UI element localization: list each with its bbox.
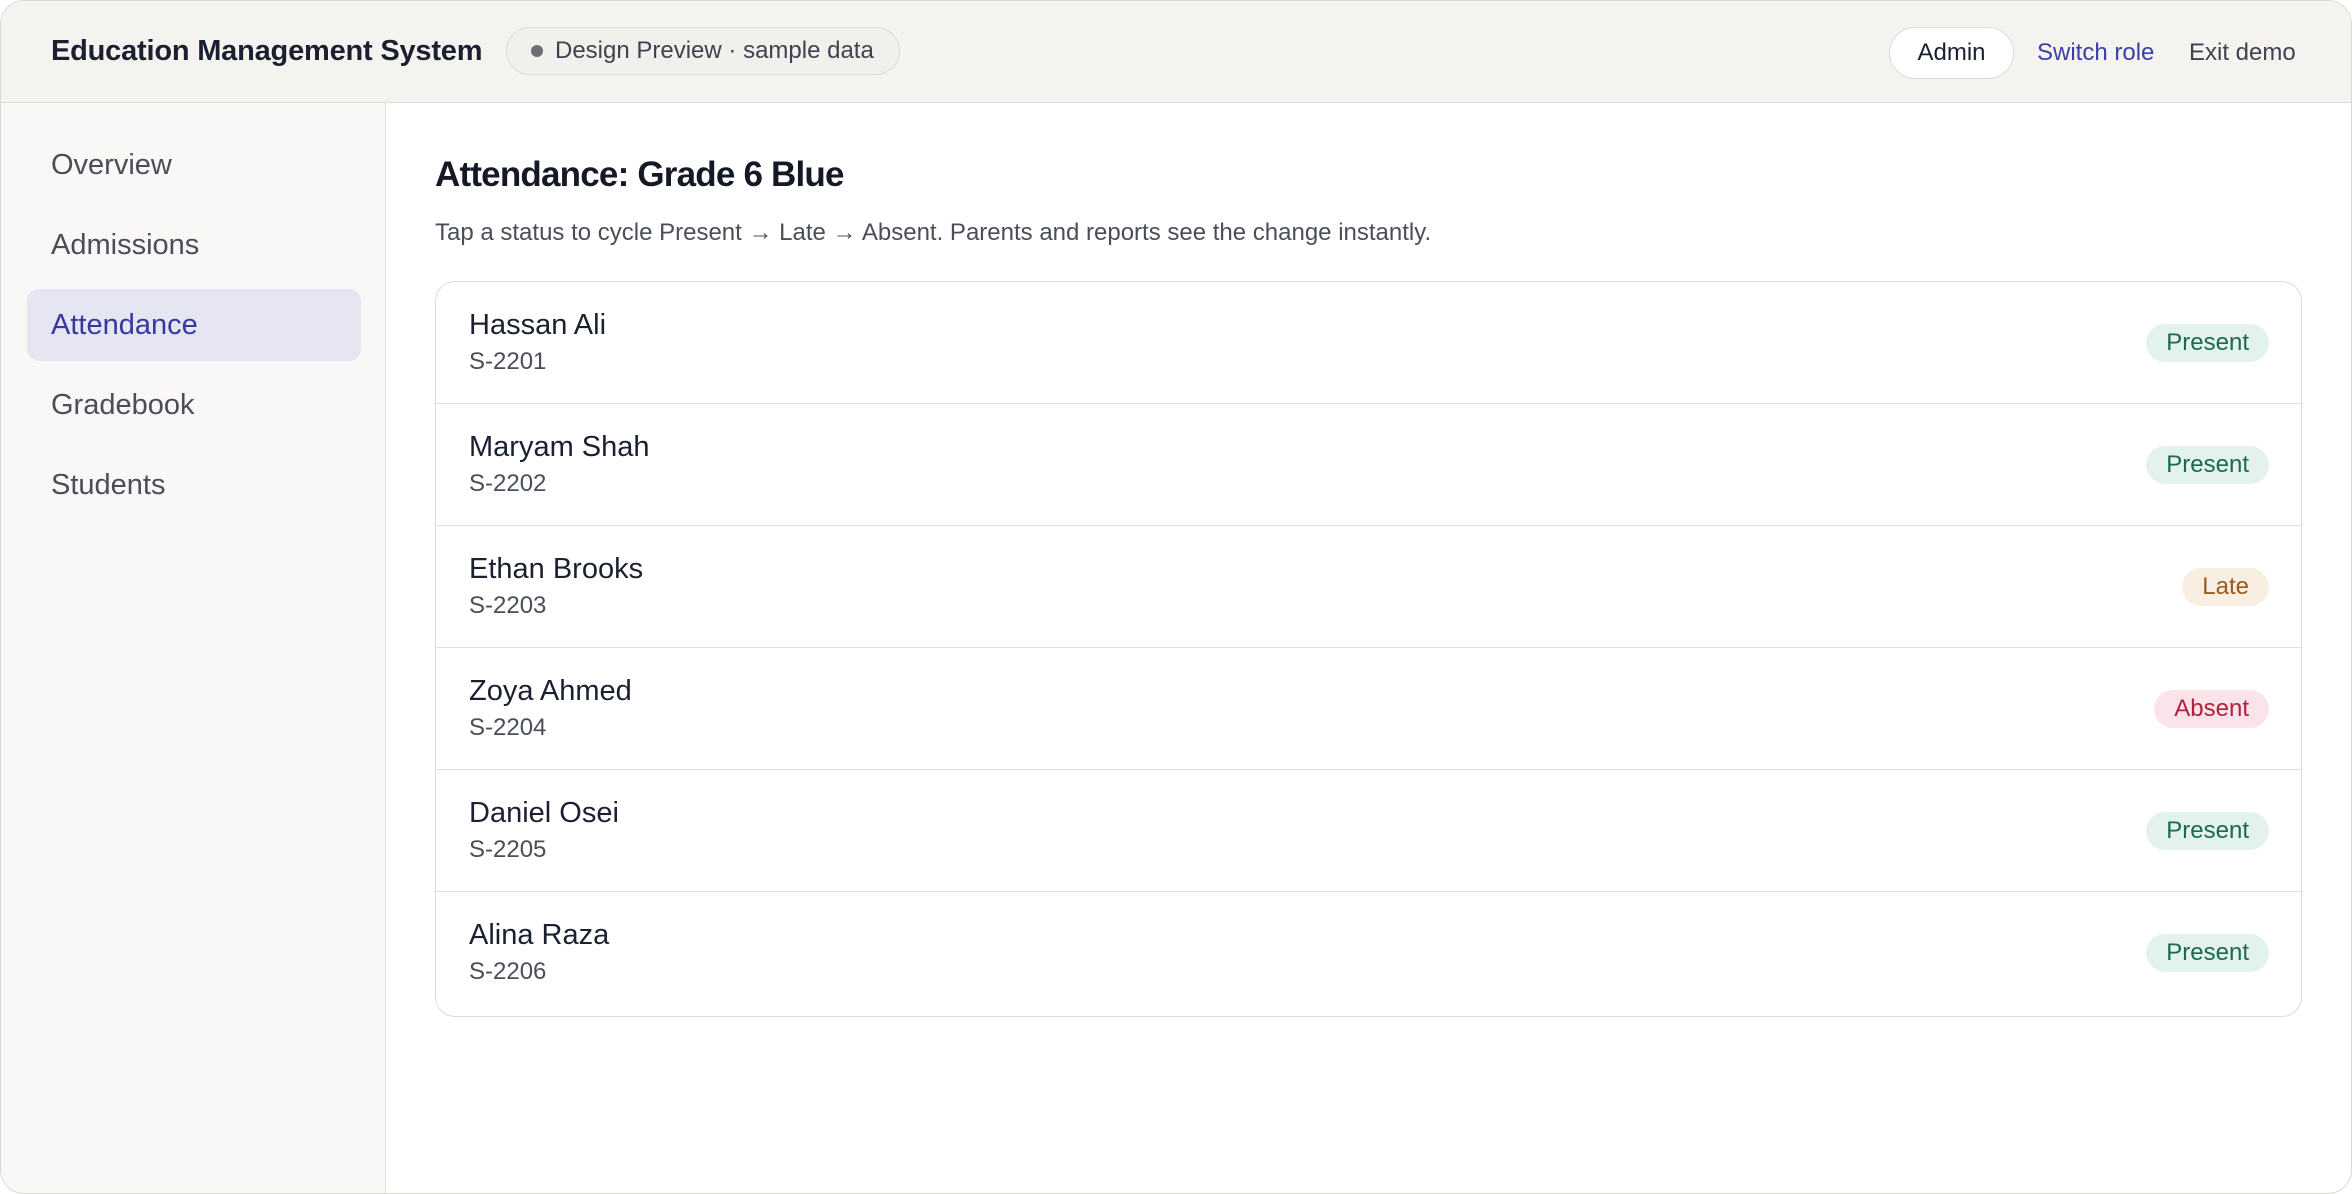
status-toggle-button[interactable]: Late (2182, 568, 2269, 606)
student-name: Daniel Osei (469, 797, 619, 829)
student-id: S-2204 (469, 714, 547, 741)
attendance-roster: Hassan Ali S-2201 Present Maryam Shah S-… (435, 281, 2302, 1017)
main-content: Attendance: Grade 6 Blue Tap a status to… (386, 103, 2351, 1193)
student-id: S-2203 (469, 592, 547, 619)
sidebar-item-overview[interactable]: Overview (27, 129, 361, 201)
student-name: Zoya Ahmed (469, 675, 632, 707)
table-row: Alina Raza S-2206 Present (436, 892, 2301, 1014)
status-toggle-button[interactable]: Absent (2154, 690, 2269, 728)
table-row: Maryam Shah S-2202 Present (436, 404, 2301, 526)
student-name: Hassan Ali (469, 309, 607, 341)
student-name: Alina Raza (469, 919, 610, 951)
status-toggle-button[interactable]: Present (2146, 324, 2269, 362)
sidebar-item-students[interactable]: Students (27, 449, 361, 521)
sidebar-item-attendance[interactable]: Attendance (27, 289, 361, 361)
sidebar: Overview Admissions Attendance Gradebook… (1, 103, 386, 1193)
table-row: Zoya Ahmed S-2204 Absent (436, 648, 2301, 770)
sidebar-item-admissions[interactable]: Admissions (27, 209, 361, 281)
page-subtitle: Tap a status to cycle Present → Late → A… (435, 219, 1432, 246)
status-dot-icon (531, 45, 543, 57)
status-toggle-button[interactable]: Present (2146, 934, 2269, 972)
student-id: S-2201 (469, 348, 547, 375)
page-title: Attendance: Grade 6 Blue (435, 155, 844, 194)
student-name: Maryam Shah (469, 431, 650, 463)
student-id: S-2206 (469, 958, 547, 985)
sidebar-item-gradebook[interactable]: Gradebook (27, 369, 361, 441)
switch-role-link[interactable]: Switch role (2037, 39, 2154, 67)
student-id: S-2202 (469, 470, 547, 497)
top-bar: Education Management System Design Previ… (1, 1, 2351, 103)
table-row: Hassan Ali S-2201 Present (436, 282, 2301, 404)
table-row: Daniel Osei S-2205 Present (436, 770, 2301, 892)
table-row: Ethan Brooks S-2203 Late (436, 526, 2301, 648)
status-toggle-button[interactable]: Present (2146, 812, 2269, 850)
role-badge: Admin (1889, 27, 2014, 79)
status-toggle-button[interactable]: Present (2146, 446, 2269, 484)
student-name: Ethan Brooks (469, 553, 644, 585)
exit-demo-link[interactable]: Exit demo (2189, 39, 2296, 67)
design-preview-label: Design Preview · sample data (555, 37, 874, 64)
app-title: Education Management System (51, 35, 483, 67)
student-id: S-2205 (469, 836, 547, 863)
app-window: Education Management System Design Previ… (0, 0, 2352, 1194)
design-preview-badge: Design Preview · sample data (506, 27, 900, 75)
